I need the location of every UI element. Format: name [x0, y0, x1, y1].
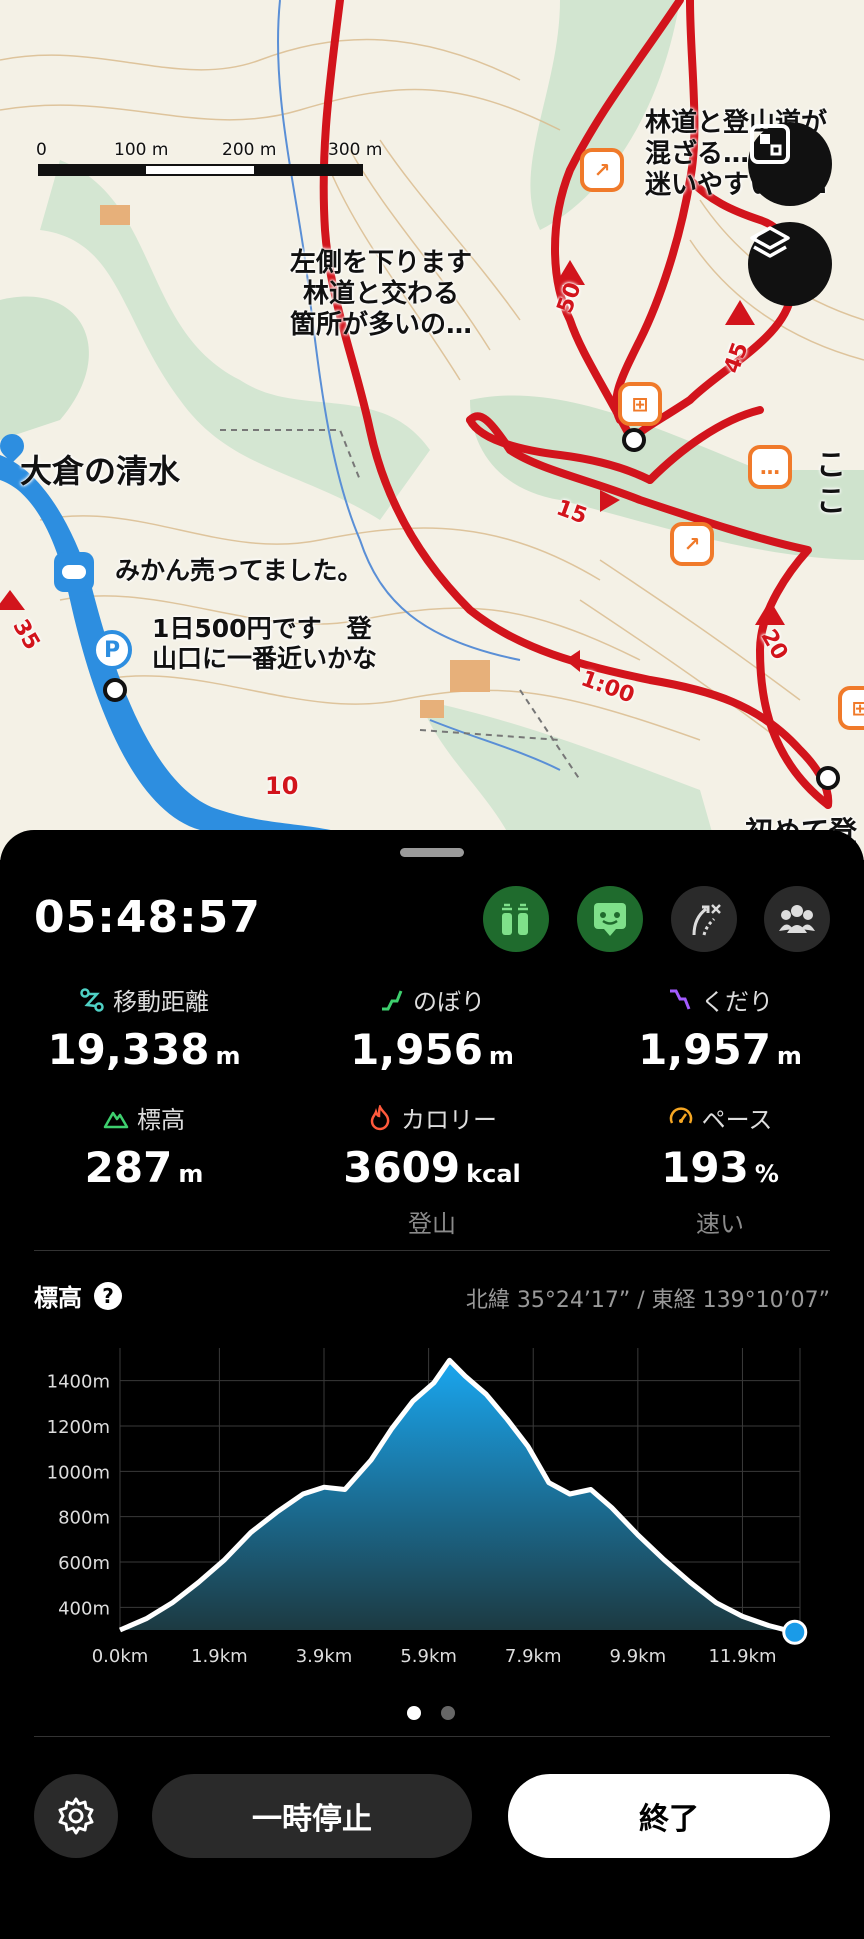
- elapsed-timer: 05:48:57: [34, 892, 261, 943]
- mountain-icon: [103, 1111, 129, 1128]
- map-note-here[interactable]: ここ: [816, 448, 864, 520]
- settings-button[interactable]: [34, 1774, 118, 1858]
- divider-bottom: [34, 1736, 830, 1737]
- stat-distance: 移動距離 19,338 m: [0, 982, 288, 1074]
- stat-descent-unit: m: [776, 1042, 802, 1070]
- stat-ascent: のぼり 1,956 m: [288, 982, 576, 1074]
- fork-warning-icon-2[interactable]: ↗: [670, 522, 714, 566]
- stat-pace-label: ペース: [701, 1106, 773, 1134]
- stat-pace-unit: %: [754, 1160, 779, 1188]
- page-indicator-1[interactable]: [407, 1706, 421, 1720]
- y-tick-label: 400m: [58, 1598, 110, 1619]
- stat-distance-unit: m: [215, 1042, 241, 1070]
- pause-button[interactable]: 一時停止: [152, 1774, 472, 1858]
- elevation-area: [120, 1360, 795, 1633]
- stat-elevation: 標高 287 m: [0, 1100, 288, 1192]
- distance-icon: [80, 987, 104, 1012]
- stat-pace-value: 193: [661, 1143, 749, 1192]
- map-note-descend[interactable]: 左側を下ります 林道と交わる 箇所が多いの…: [290, 248, 472, 342]
- stat-pace: ペース 193% 速い: [576, 1100, 864, 1239]
- y-tick-labels: 1400m 1200m 1000m 800m 600m 400m: [47, 1372, 110, 1620]
- trail-map[interactable]: 0 100 m 200 m 300 m 左側を下ります 林道と交わる 箇所が多い…: [0, 0, 864, 860]
- x-tick-label: 1.9km: [191, 1646, 248, 1667]
- scale-label-200: 200 m: [222, 140, 277, 160]
- stat-calories-value: 3609: [343, 1143, 461, 1192]
- stat-descent-label: くだり: [701, 988, 773, 1016]
- stat-pace-rating: 速い: [696, 1210, 744, 1238]
- comment-icon[interactable]: …: [748, 445, 792, 489]
- scale-label-100: 100 m: [114, 140, 169, 160]
- divider: [34, 1250, 830, 1251]
- stat-calories-label: カロリー: [401, 1106, 497, 1134]
- page-indicator-2[interactable]: [441, 1706, 455, 1720]
- activity-sheet: 05:48:57 移動距離 19,338 m のぼり 1,956 m くだり 1,9…: [0, 830, 864, 1939]
- x-tick-label: 0.0km: [92, 1646, 149, 1667]
- fit-route-icon: [750, 124, 790, 164]
- y-tick-label: 800m: [58, 1508, 110, 1529]
- speedometer-icon: [669, 1106, 692, 1124]
- fit-route-button[interactable]: [748, 122, 832, 206]
- gate-icon-2[interactable]: ⊞: [838, 686, 864, 730]
- stat-calories: カロリー 3609 kcal 登山: [288, 1100, 576, 1239]
- viewpoint-icon[interactable]: [54, 552, 94, 592]
- stat-ascent-label: のぼり: [413, 988, 485, 1016]
- scale-label-0: 0: [36, 140, 47, 160]
- x-tick-labels: 0.0km 1.9km 3.9km 5.9km 7.9km 9.9km 11.9km: [92, 1646, 777, 1667]
- x-tick-label: 7.9km: [505, 1646, 562, 1667]
- route-time-10: 10: [265, 772, 299, 800]
- coordinates-readout: 北緯 35°24’17” / 東経 139°10’07”: [465, 1288, 830, 1313]
- route-deviation-button[interactable]: [671, 886, 737, 952]
- x-tick-label: 11.9km: [708, 1646, 776, 1667]
- x-tick-label: 5.9km: [400, 1646, 457, 1667]
- stat-calories-unit: kcal: [466, 1160, 521, 1188]
- ascent-icon: [382, 989, 403, 1010]
- gate-icon[interactable]: ⊞: [618, 382, 662, 426]
- gear-icon: [58, 1797, 94, 1835]
- route-split-icon: [692, 904, 721, 936]
- comment-mode-button[interactable]: [577, 886, 643, 952]
- descent-icon: [670, 989, 691, 1010]
- y-tick-label: 1000m: [47, 1462, 110, 1483]
- help-icon[interactable]: ?: [94, 1281, 122, 1310]
- sheet-handle[interactable]: [400, 848, 464, 857]
- group-icon: [779, 905, 815, 933]
- fork-warning-icon[interactable]: ↗: [580, 148, 624, 192]
- share-location-button[interactable]: [483, 886, 549, 952]
- map-note-parking[interactable]: 1日500円です 登 山口に一番近いかな: [152, 614, 377, 674]
- stat-distance-label: 移動距離: [113, 988, 209, 1016]
- y-tick-label: 1400m: [47, 1372, 110, 1393]
- elevation-header: 標高 ?: [34, 1278, 122, 1313]
- stat-descent: くだり 1,957 m: [576, 982, 864, 1074]
- stat-distance-value: 19,338: [47, 1025, 210, 1074]
- y-tick-label: 600m: [58, 1553, 110, 1574]
- stat-elevation-unit: m: [178, 1160, 204, 1188]
- stat-ascent-unit: m: [488, 1042, 514, 1070]
- stat-ascent-value: 1,956: [350, 1025, 483, 1074]
- x-tick-label: 9.9km: [610, 1646, 667, 1667]
- map-layers-button[interactable]: [748, 222, 832, 306]
- y-tick-label: 1200m: [47, 1417, 110, 1438]
- stat-elevation-value: 287: [84, 1143, 173, 1192]
- flame-icon: [370, 1104, 390, 1130]
- chat-icon: [594, 903, 626, 936]
- layers-icon: [750, 226, 790, 258]
- elevation-chart[interactable]: 1400m 1200m 1000m 800m 600m 400m 0.0km 1.9km 3.…: [0, 1330, 864, 1690]
- place-name-okura[interactable]: 大倉の清水: [20, 452, 180, 490]
- stat-elevation-label: 標高: [137, 1106, 185, 1134]
- stat-calories-activity: 登山: [408, 1210, 456, 1238]
- map-note-mikan[interactable]: みかん売ってました。: [115, 556, 363, 586]
- group-button[interactable]: [764, 886, 830, 952]
- signal-icon: [502, 903, 528, 935]
- x-tick-label: 3.9km: [296, 1646, 353, 1667]
- parking-icon[interactable]: P: [92, 630, 132, 670]
- scale-label-300: 300 m: [328, 140, 383, 160]
- finish-button[interactable]: 終了: [508, 1774, 830, 1858]
- elevation-title: 標高: [34, 1284, 82, 1312]
- stat-descent-value: 1,957: [638, 1025, 771, 1074]
- current-position-marker: [782, 1619, 808, 1645]
